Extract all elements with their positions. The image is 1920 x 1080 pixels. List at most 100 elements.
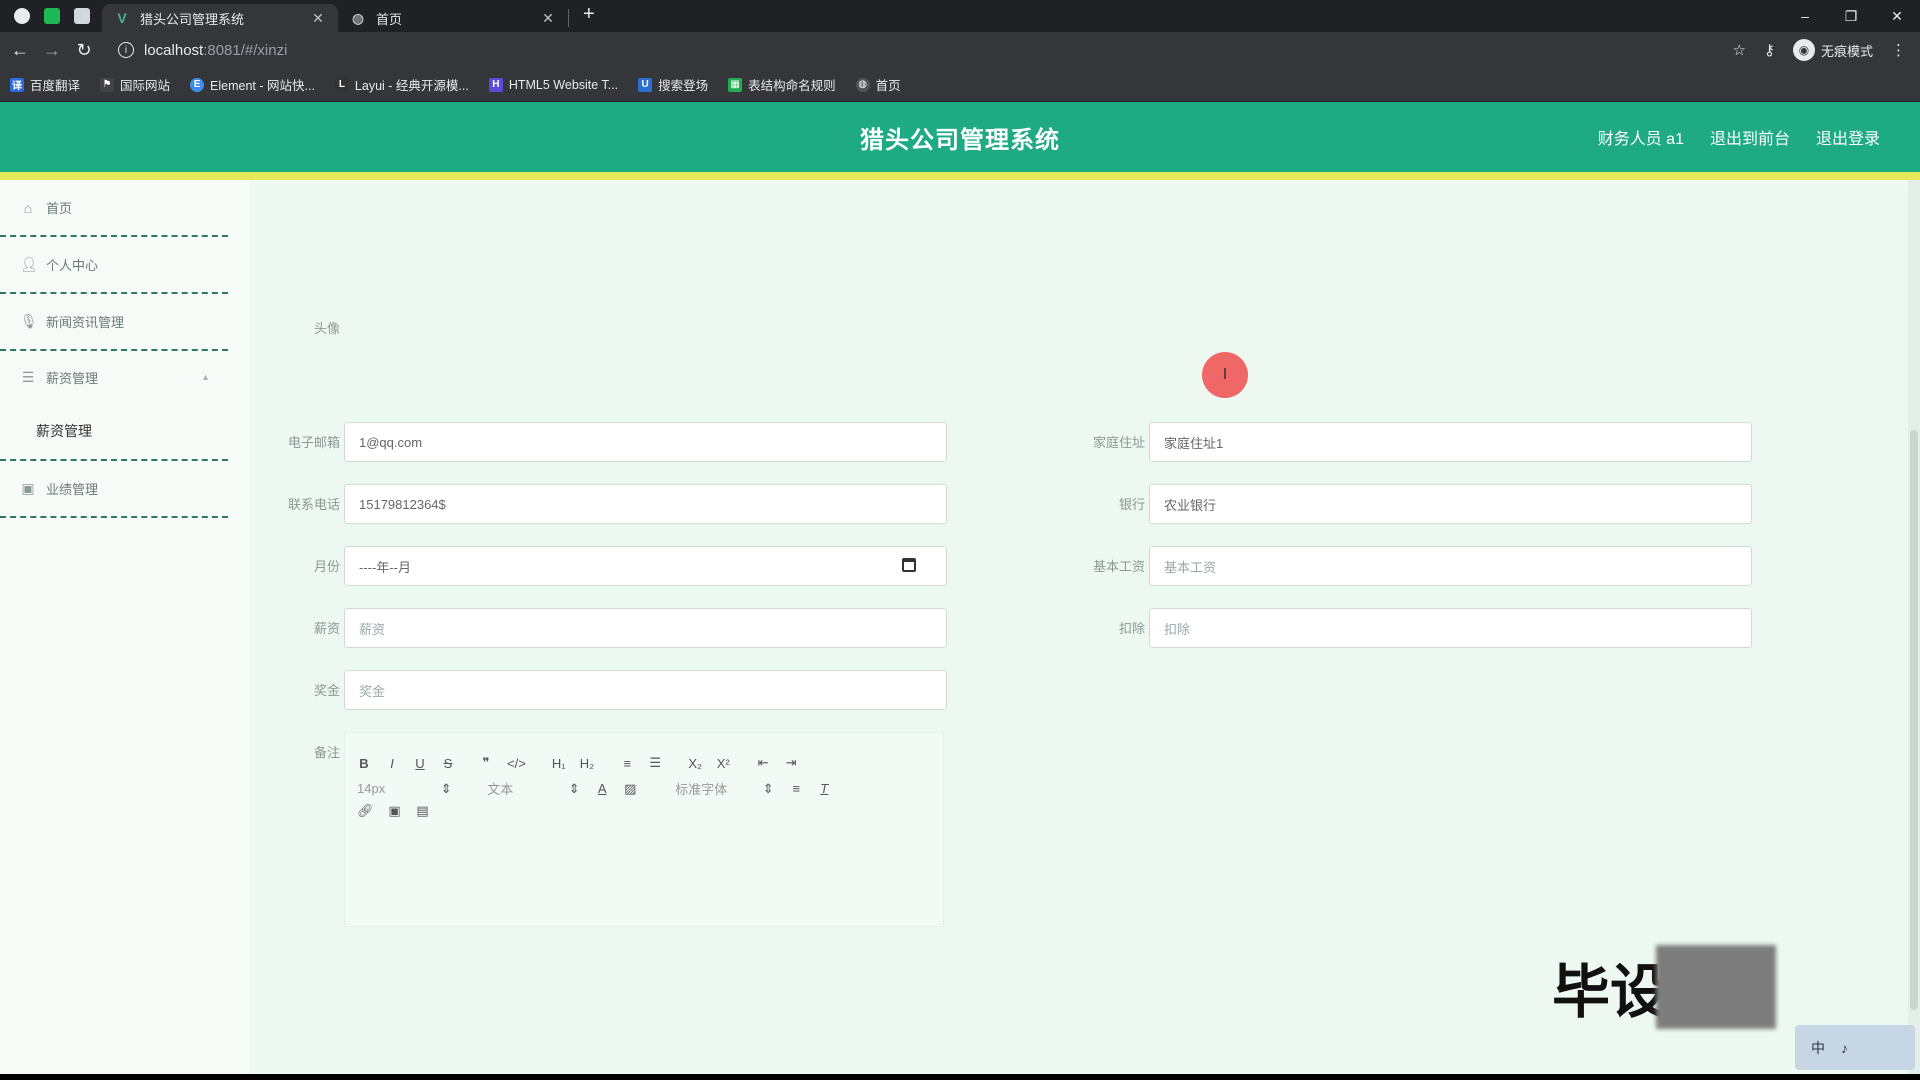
bonus-field[interactable]: 奖金 (344, 670, 947, 710)
reload-icon[interactable]: ↻ (68, 40, 100, 61)
screen-bottom-edge (0, 1074, 1920, 1080)
back-to-front-link[interactable]: 退出到前台 (1710, 125, 1790, 149)
sidebar: ⌂ 首页 👤︎ 个人中心 🎙︎ 新闻资讯管理 ☰ 薪资管理 ▴ 薪资管理 ▣ 业… (0, 180, 250, 1074)
sidebar-item-label: 薪资管理 (46, 370, 99, 386)
deduction-field[interactable]: 扣除 (1149, 608, 1752, 648)
month-value: ----年--月 (359, 559, 411, 575)
back-icon[interactable]: ← (4, 40, 36, 61)
italic-button[interactable]: I (385, 756, 399, 771)
image-icon[interactable]: ▣ (388, 803, 402, 819)
bookmark-label: Element - 网站快... (210, 79, 315, 93)
h2-button[interactable]: H₂ (580, 756, 594, 771)
chrome-icon[interactable] (14, 8, 30, 24)
ordered-list-button[interactable]: ≡ (620, 756, 634, 771)
superscript-button[interactable]: X² (716, 756, 730, 771)
globe-icon: ◍ (351, 9, 365, 26)
bookmark-item[interactable]: E Element - 网站快... (190, 75, 315, 94)
clear-format-icon[interactable]: T (817, 781, 831, 796)
sidebar-item-performance[interactable]: ▣ 业绩管理 (0, 461, 228, 518)
close-icon[interactable]: ✕ (310, 10, 326, 27)
current-user: 财务人员 a1 (1597, 131, 1684, 148)
font-size-select[interactable]: 14px (357, 781, 385, 796)
bookmark-item[interactable]: H HTML5 Website T... (488, 77, 618, 92)
bookmark-label: 首页 (875, 79, 901, 93)
sidebar-item-profile[interactable]: 👤︎ 个人中心 (0, 237, 228, 294)
minimize-button[interactable]: – (1782, 8, 1828, 24)
system-icons (0, 0, 102, 32)
close-window-button[interactable]: ✕ (1874, 8, 1920, 25)
h1-button[interactable]: H₁ (552, 756, 566, 771)
month-field[interactable]: ----年--月 (344, 546, 947, 586)
restore-button[interactable]: ❐ (1828, 8, 1874, 25)
rich-text-editor[interactable]: B I U S ❞ </> H₁ H₂ ≡ ☰ X₂ X² ⇤ ⇥ 14px ⇕… (344, 732, 944, 927)
outdent-button[interactable]: ⇤ (756, 755, 770, 771)
month-label: 月份 (313, 559, 340, 574)
key-icon[interactable]: ⚷ (1764, 41, 1775, 59)
layui-icon: L (334, 77, 349, 92)
star-icon[interactable]: ☆ (1733, 41, 1746, 59)
phone-field[interactable]: 15179812364$ (344, 484, 947, 524)
menu-icon[interactable]: ⋮ (1891, 41, 1906, 59)
logout-link[interactable]: 退出登录 (1816, 125, 1880, 149)
code-button[interactable]: </> (507, 756, 526, 771)
bookmark-item[interactable]: ◍ 首页 (855, 75, 901, 94)
bank-field[interactable]: 农业银行 (1149, 484, 1752, 524)
tab-active[interactable]: V 猎头公司管理系统 ✕ (102, 4, 338, 32)
bank-label: 银行 (1118, 497, 1145, 512)
incognito-icon: ◉ (1792, 39, 1815, 61)
forward-icon[interactable]: → (36, 40, 68, 61)
blockquote-button[interactable]: ❞ (479, 755, 493, 771)
browser-tabstrip: V 猎头公司管理系统 ✕ ◍ 首页 ✕ + – ❐ ✕ (0, 0, 1920, 32)
bookmark-item[interactable]: ▦ 表结构命名规则 (728, 75, 836, 94)
text-style-select[interactable]: 文本 (487, 779, 513, 798)
watermark-blur (1656, 945, 1777, 1029)
subscript-button[interactable]: X₂ (688, 756, 702, 771)
align-icon[interactable]: ≡ (789, 781, 803, 796)
bullet-list-button[interactable]: ☰ (648, 755, 662, 771)
new-tab-button[interactable]: + (569, 0, 609, 32)
watermark-text: 毕设 (1552, 958, 1669, 1026)
address-bar[interactable]: i localhost :8081/#/xinzi (108, 36, 1733, 64)
ime-indicator[interactable]: 中 ♪ (1795, 1025, 1915, 1070)
bookmark-item[interactable]: U 搜索登场 (638, 75, 708, 94)
address-field[interactable]: 家庭住址1 (1149, 422, 1752, 462)
video-icon[interactable]: ▤ (416, 803, 430, 819)
bold-button[interactable]: B (357, 756, 371, 771)
salary-field[interactable]: 薪资 (344, 608, 947, 648)
address-label: 家庭住址 (1092, 435, 1145, 450)
tab-home[interactable]: ◍ 首页 ✕ (338, 4, 568, 32)
calendar-icon[interactable] (902, 558, 916, 572)
incognito-indicator[interactable]: ◉ 无痕模式 (1792, 39, 1873, 61)
header-accent-bar (0, 172, 1920, 180)
bookmark-item[interactable]: L Layui - 经典开源模... (334, 75, 469, 94)
home-icon: ⌂ (23, 199, 33, 216)
bookmark-label: 百度翻译 (30, 79, 81, 93)
font-color-icon[interactable]: A (595, 781, 609, 796)
phone-label: 联系电话 (287, 497, 340, 512)
email-field[interactable]: 1@qq.com (344, 422, 947, 462)
chevron-updown-icon: ⇕ (568, 780, 580, 796)
sidebar-item-salary[interactable]: ☰ 薪资管理 ▴ (0, 351, 228, 403)
incognito-label: 无痕模式 (1820, 43, 1873, 59)
indent-button[interactable]: ⇥ (784, 755, 798, 771)
sidebar-item-label: 业绩管理 (46, 482, 99, 497)
page-scrollbar[interactable] (1908, 180, 1920, 1074)
submenu-item-salary[interactable]: 薪资管理 (0, 403, 228, 461)
background-color-icon[interactable]: ▨ (623, 781, 637, 797)
sidebar-item-home[interactable]: ⌂ 首页 (0, 180, 228, 237)
bookmark-item[interactable]: ⚑ 国际网站 (100, 75, 170, 94)
underline-button[interactable]: U (413, 756, 427, 771)
font-family-select[interactable]: 标准字体 (675, 779, 727, 798)
scrollbar-thumb[interactable] (1910, 430, 1918, 1010)
tab-title: 猎头公司管理系统 (140, 11, 245, 27)
sidebar-item-news[interactable]: 🎙︎ 新闻资讯管理 (0, 294, 228, 351)
app-icon[interactable] (44, 8, 60, 24)
link-icon[interactable]: 🔗︎ (357, 803, 374, 819)
strike-button[interactable]: S (441, 756, 455, 771)
flag-icon: ⚑ (100, 77, 115, 92)
window-icon[interactable] (74, 8, 90, 24)
base-salary-field[interactable]: 基本工资 (1149, 546, 1752, 586)
info-icon[interactable]: i (118, 42, 134, 58)
close-icon[interactable]: ✕ (540, 10, 556, 27)
bookmark-item[interactable]: 译百度翻译 (10, 75, 80, 94)
